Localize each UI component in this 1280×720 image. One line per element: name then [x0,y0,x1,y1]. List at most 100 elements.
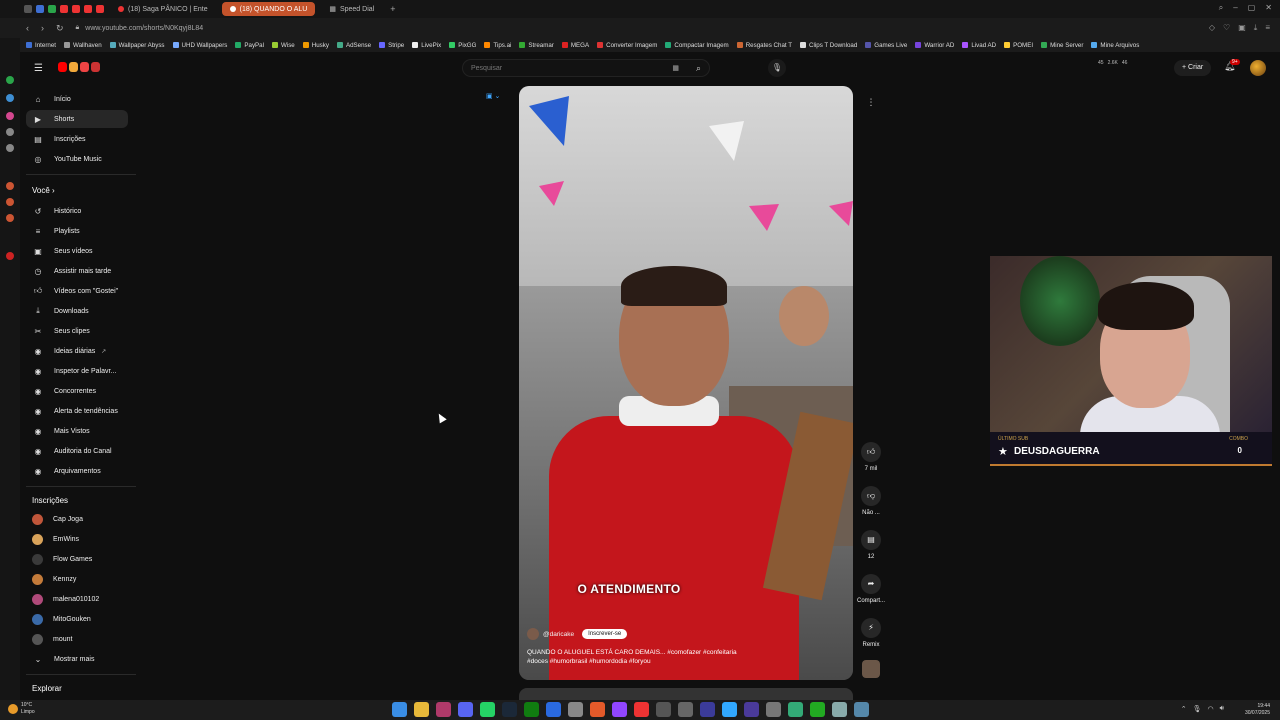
sidebar-item-seus-clipes[interactable]: ✂ Seus clipes [26,322,128,340]
bookmark-item[interactable]: LivePix [412,42,441,49]
app-icon[interactable] [678,702,693,717]
pinned-tab-icon[interactable] [84,5,92,13]
bookmark-item[interactable]: UHD Wallpapers [172,42,227,49]
sidebar-item-inicio[interactable]: ⌂ Início [26,90,128,108]
volume-icon[interactable]: 🔊︎ [1220,705,1224,713]
bookmark-item[interactable]: MEGA [561,42,589,49]
search-tabs-icon[interactable]: ⌕ [1219,3,1223,13]
sidebar-item-arquivamentos[interactable]: ◉ Arquivamentos [26,462,128,480]
app-icon[interactable] [546,702,561,717]
sidebar-item-historico[interactable]: ↺ Histórico [26,202,128,220]
subscribe-button[interactable]: Inscrever-se [582,629,628,639]
extensions-icon[interactable]: ▣ [1238,23,1246,33]
windows-start-icon[interactable] [392,702,407,717]
bookmark-item[interactable]: Converter Imagem [597,42,657,49]
comments-button[interactable]: ▤ 12 [855,530,887,560]
sidebar-item-alerta-tendencias[interactable]: ◉ Alerta de tendências [26,402,128,420]
url-field[interactable]: 🔒︎ www.youtube.com/shorts/N0Kqyj8L84 [76,24,204,32]
app-icon[interactable] [854,702,869,717]
steam-icon[interactable] [502,702,517,717]
create-button[interactable]: + Criar [1174,60,1212,76]
settings-icon[interactable] [832,702,847,717]
sidebar-item-youtube-music[interactable]: ◎ YouTube Music [26,150,128,168]
dislike-button[interactable]: 👎︎ Não ... [855,486,887,516]
sidebar-item-assistir-mais-tarde[interactable]: ◷ Assistir mais tarde [26,262,128,280]
search-icon[interactable]: ⌕ [696,63,701,74]
app-icon[interactable] [568,702,583,717]
show-more-button[interactable]: ⌄ Mostrar mais [26,650,128,668]
panel-icon[interactable] [6,214,14,222]
sidebar-item-concorrentes[interactable]: ◉ Concorrentes [26,382,128,400]
app-icon[interactable] [788,702,803,717]
bookmark-item[interactable]: Tips.ai [484,42,511,49]
weather-widget[interactable]: 10°C Limpo [8,702,35,716]
menu-icon[interactable]: ≡ [1265,23,1270,33]
sidebar-item-kennzy[interactable]: Kennzy [26,570,128,588]
tab-saga-panico[interactable]: (18) Saga PÂNICO | Ente [110,2,216,16]
whatsapp-icon[interactable] [480,702,495,717]
app-icon[interactable] [634,702,649,717]
bookmark-item[interactable]: AdSense [336,42,371,49]
shorts-filter-icon[interactable]: ▣ ⌄ [486,92,500,100]
x-icon[interactable] [6,144,14,152]
sidebar-item-inscricoes[interactable]: ▤ Inscrições [26,130,128,148]
bookmark-item[interactable]: PixGG [449,42,476,49]
section-heading-voce[interactable]: Você › [32,186,55,195]
shorts-video[interactable]: O ATENDIMENTO @daricake Inscrever-se QUA… [519,86,853,680]
media-encoder-icon[interactable] [744,702,759,717]
avatar[interactable] [1250,60,1266,76]
bookmark-item[interactable]: Compactar Imagem [665,42,729,49]
remix-button[interactable]: ⚡ Remix [855,618,887,648]
reload-icon[interactable]: ↻ [56,23,64,34]
tab-quando-o-aluguel[interactable]: (18) QUANDO O ALU [221,2,316,16]
premiere-icon[interactable] [700,702,715,717]
panel-icon[interactable] [6,252,14,260]
download-icon[interactable]: ⤓ [1254,23,1258,33]
bookmark-item[interactable]: POMEI [1004,42,1033,49]
app-icon[interactable] [656,702,671,717]
sidebar-item-mais-vistos[interactable]: ◉ Mais Vistos [26,422,128,440]
panel-icon[interactable] [6,198,14,206]
bookmark-item[interactable]: Stripe [379,42,404,49]
bookmark-item[interactable]: Livad AD [962,42,996,49]
sidebar-item-emwins[interactable]: EmWins [26,530,128,548]
keyboard-icon[interactable]: ▦ [672,64,679,72]
sidebar-item-ideias-diarias[interactable]: ◉ Ideias diárias ↗ [26,342,128,360]
share-button[interactable]: ➦ Compart... [855,574,887,604]
bookmark-icon[interactable]: ♡ [1223,23,1230,33]
file-explorer-icon[interactable] [414,702,429,717]
bookmark-item[interactable]: Wallhaven [63,42,102,49]
like-button[interactable]: 👍︎ 7 mil [855,442,887,472]
app-icon[interactable] [810,702,825,717]
telegram-icon[interactable] [6,94,14,102]
xbox-icon[interactable] [524,702,539,717]
bookmark-item[interactable]: Internet [26,42,56,49]
search-input[interactable]: Pesquisar ▦ ⌕ [462,59,710,77]
sidebar-item-seus-videos[interactable]: ▣ Seus vídeos [26,242,128,260]
sidebar-item-flow-games[interactable]: Flow Games [26,550,128,568]
instagram-icon[interactable] [6,112,14,120]
pinned-tab-icon[interactable] [60,5,68,13]
photoshop-icon[interactable] [722,702,737,717]
video-description[interactable]: QUANDO O ALUGUEL ESTÁ CARO DEMAIS... #co… [527,648,757,666]
next-short-preview[interactable] [519,688,853,700]
bookmark-item[interactable]: Wise [271,42,295,49]
bookmark-item[interactable]: PayPal [235,42,264,49]
discord-icon[interactable] [458,702,473,717]
app-icon[interactable] [590,702,605,717]
more-options-icon[interactable]: ⋮ [862,97,880,115]
pinned-tab-icon[interactable] [72,5,80,13]
clock[interactable]: 19:44 30/07/2025 [1245,703,1270,717]
pinned-tab-icon[interactable] [96,5,104,13]
channel-name[interactable]: @daricake [543,631,574,638]
new-tab-icon[interactable]: + [390,4,395,14]
close-icon[interactable]: ✕ [1265,3,1272,13]
back-icon[interactable]: ‹ [26,23,29,34]
microphone-icon[interactable]: 🎙︎ [768,59,786,77]
bookmark-item[interactable]: Clips T Download [800,42,857,49]
mic-icon[interactable]: 🎙︎ [1193,705,1202,713]
sidebar-item-videos-gostei[interactable]: 👍︎ Vídeos com "Gostei" [26,282,128,300]
forward-icon[interactable]: › [41,23,44,34]
tiktok-icon[interactable] [6,128,14,136]
avatar[interactable] [527,628,539,640]
